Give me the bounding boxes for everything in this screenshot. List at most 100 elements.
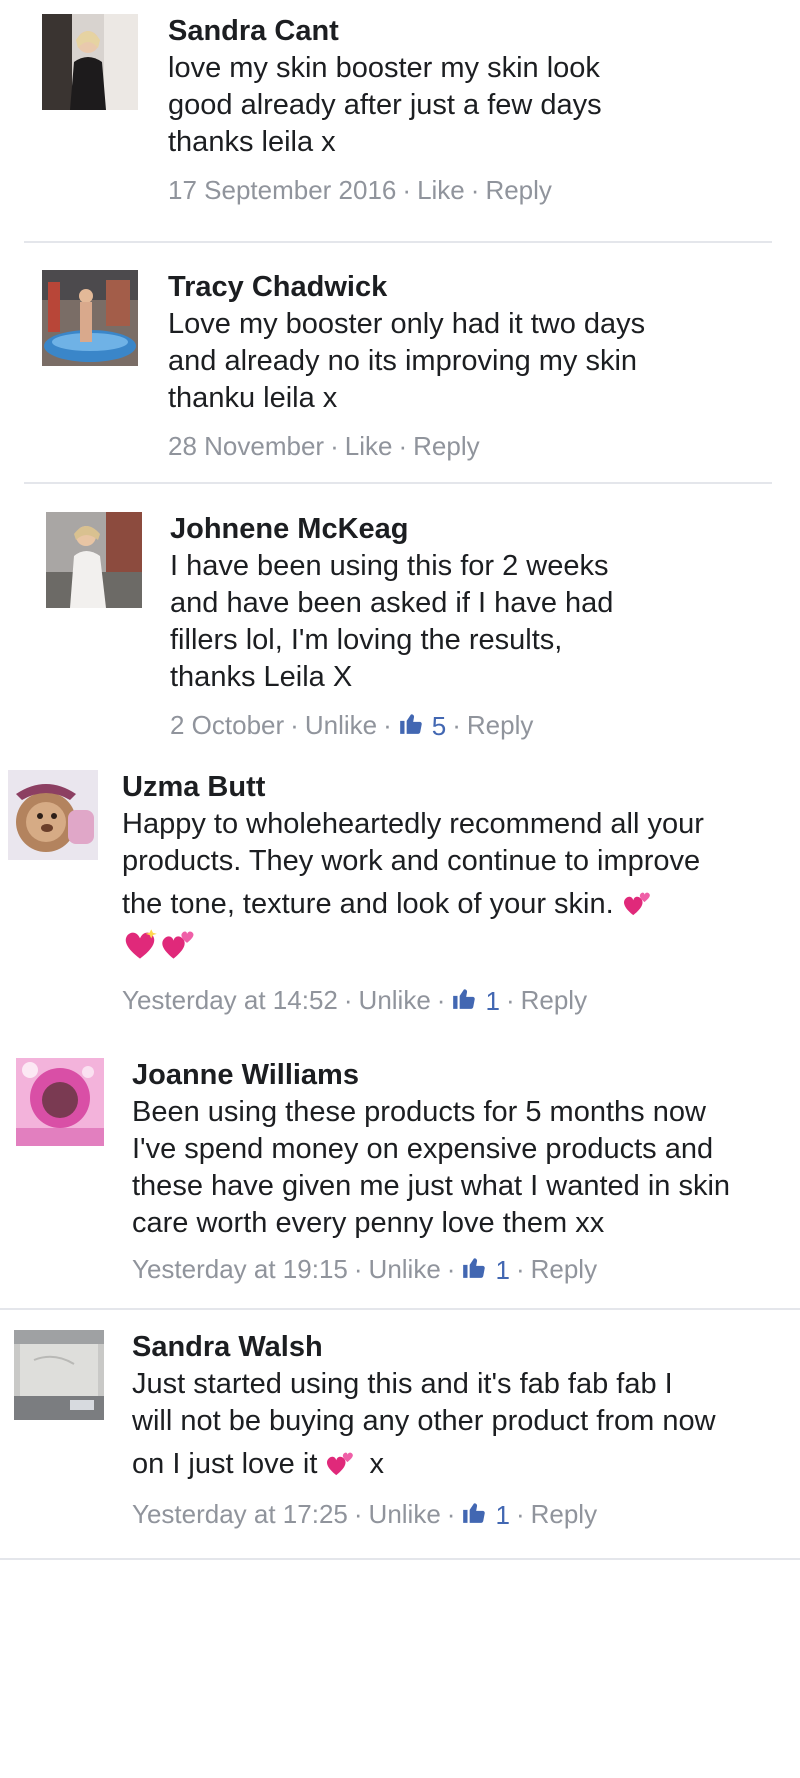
like-count[interactable]: 1 (461, 1253, 510, 1286)
avatar-photo (8, 770, 98, 860)
comment-date[interactable]: Yesterday at 17:25 (132, 1499, 348, 1529)
like-count-number: 5 (431, 711, 447, 742)
comment-text: Just started using this and it's fab fab… (132, 1366, 792, 1483)
like-button[interactable]: Like (345, 431, 393, 461)
author-name[interactable]: Sandra Cant (168, 14, 782, 48)
comment-meta: 17 September 2016 · Like · Reply (168, 173, 782, 205)
reply-button[interactable]: Reply (531, 1499, 597, 1529)
like-count-number: 1 (485, 986, 500, 1017)
comment-line-text: the tone, texture and look of your skin. (122, 888, 614, 920)
separator-dot: · (446, 1254, 456, 1285)
comment-line: I have been using this for 2 weeks (170, 550, 609, 582)
separator-dot: · (398, 431, 408, 462)
thumbs-up-icon (463, 1258, 486, 1278)
separator-dot: · (402, 175, 412, 206)
comment-divider (24, 241, 772, 243)
author-name[interactable]: Joanne Williams (132, 1058, 792, 1092)
comment-text: love my skin booster my skin look good a… (168, 50, 782, 161)
avatar[interactable] (16, 1058, 104, 1146)
separator-dot: · (446, 1499, 456, 1530)
comment-meta: Yesterday at 19:15 · Unlike · 1 · Reply (132, 1252, 792, 1285)
like-count[interactable]: 1 (451, 984, 500, 1017)
comment-line: thanks leila x (168, 126, 336, 158)
comment-text: Been using these products for 5 months n… (132, 1094, 792, 1242)
author-name[interactable]: Tracy Chadwick (168, 270, 782, 304)
separator-dot: · (452, 710, 461, 741)
avatar-photo (46, 512, 142, 608)
comment-meta: 28 November · Like · Reply (168, 429, 782, 461)
comment-line: Love my booster only had it two days (168, 308, 646, 340)
comment-date[interactable]: Yesterday at 19:15 (132, 1254, 348, 1284)
thumbs-up-icon (463, 1503, 486, 1523)
comment-text: I have been using this for 2 weeks and h… (170, 548, 786, 696)
author-name[interactable]: Sandra Walsh (132, 1330, 792, 1364)
separator-dot: · (290, 710, 299, 741)
comment-divider (0, 1308, 800, 1310)
like-count[interactable]: 5 (398, 709, 446, 741)
unlike-button[interactable]: Unlike (359, 985, 431, 1015)
comment-line: will not be buying any other product fro… (132, 1405, 716, 1437)
reply-button[interactable]: Reply (521, 985, 587, 1015)
separator-dot: · (505, 985, 515, 1016)
author-name[interactable]: Johnene McKeag (170, 512, 786, 546)
avatar-photo (42, 270, 138, 366)
avatar[interactable] (46, 512, 142, 608)
avatar[interactable] (42, 14, 138, 110)
separator-dot: · (353, 1254, 363, 1285)
avatar-photo (42, 14, 138, 110)
comment-date[interactable]: 17 September 2016 (168, 175, 396, 205)
reply-button[interactable]: Reply (413, 431, 479, 461)
avatar-photo (14, 1330, 104, 1420)
avatar[interactable] (8, 770, 98, 860)
separator-dot: · (383, 710, 392, 741)
unlike-button[interactable]: Unlike (369, 1499, 441, 1529)
sparkling-heart-icon (125, 929, 157, 959)
reply-button[interactable]: Reply (467, 710, 533, 740)
comment-divider (24, 482, 772, 484)
separator-dot: · (353, 1499, 363, 1530)
avatar[interactable] (14, 1330, 104, 1420)
unlike-button[interactable]: Unlike (369, 1254, 441, 1284)
author-name[interactable]: Uzma Butt (122, 770, 792, 804)
comment-line: these have given me just what I wanted i… (132, 1170, 731, 1202)
comment-line: good already after just a few days (168, 89, 602, 121)
comment-date[interactable]: 28 November (168, 431, 324, 461)
avatar-photo (16, 1058, 104, 1146)
like-count-number: 1 (495, 1255, 510, 1286)
comment-meta: Yesterday at 14:52 · Unlike · 1 · Reply (122, 983, 792, 1016)
like-count[interactable]: 1 (461, 1498, 510, 1531)
comment-line: the tone, texture and look of your skin. (122, 886, 792, 923)
comment-line: Been using these products for 5 months n… (132, 1096, 706, 1128)
comment-line: and have been asked if I have had (170, 587, 614, 619)
comment-line: I've spend money on expensive products a… (132, 1133, 714, 1165)
comment-line: love my skin booster my skin look (168, 52, 600, 84)
unlike-button[interactable]: Unlike (305, 710, 377, 740)
separator-dot: · (515, 1499, 525, 1530)
comment-line: Happy to wholeheartedly recommend all yo… (122, 808, 704, 840)
reply-button[interactable]: Reply (531, 1254, 597, 1284)
comment-date[interactable]: 2 October (170, 710, 284, 740)
comment-divider (0, 1558, 800, 1560)
separator-dot: · (470, 175, 480, 206)
comment-line-tail: x (369, 1448, 385, 1480)
two-hearts-icon (327, 1452, 354, 1476)
two-hearts-icon (623, 892, 650, 916)
comment-line: thanks Leila X (170, 661, 353, 693)
thumbs-up-icon (453, 989, 476, 1009)
comment-date[interactable]: Yesterday at 14:52 (122, 985, 338, 1015)
avatar[interactable] (42, 270, 138, 366)
like-button[interactable]: Like (417, 175, 465, 205)
separator-dot: · (343, 985, 353, 1016)
comment-text: Love my booster only had it two days and… (168, 306, 782, 417)
comment-meta: 2 October · Unlike · 5 · Reply (170, 708, 786, 741)
comment-line: products. They work and continue to impr… (122, 845, 701, 877)
comment-line: fillers lol, I'm loving the results, (170, 624, 563, 656)
like-count-number: 1 (495, 1500, 510, 1531)
comment-line: care worth every penny love them xx (132, 1207, 605, 1239)
comment-meta: Yesterday at 17:25 · Unlike · 1 · Reply (132, 1497, 792, 1530)
reply-button[interactable]: Reply (485, 175, 551, 205)
comment-line: on I just love it x (132, 1446, 792, 1483)
thumbs-up-icon (399, 714, 422, 734)
separator-dot: · (330, 431, 339, 462)
emoji-row (122, 927, 792, 967)
